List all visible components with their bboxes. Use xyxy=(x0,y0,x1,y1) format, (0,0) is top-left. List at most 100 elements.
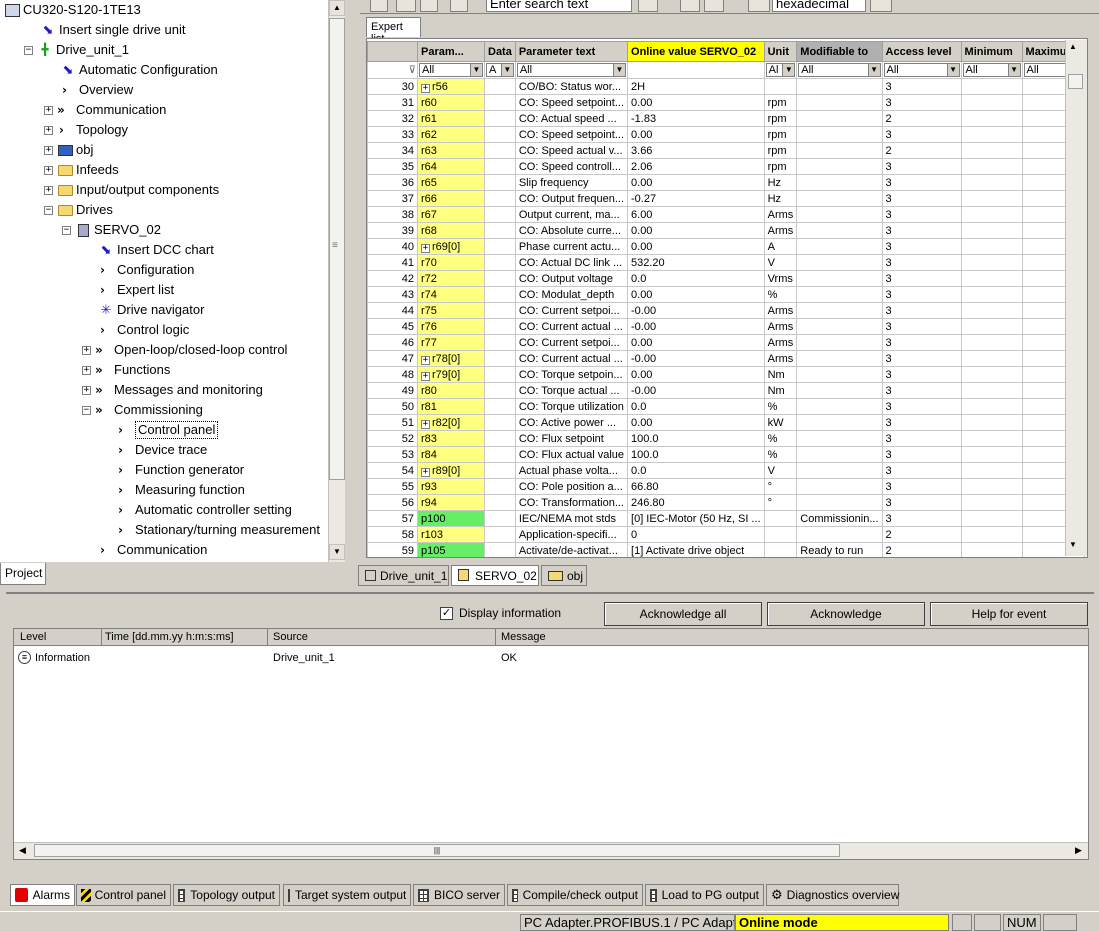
acknowledge-button[interactable]: Acknowledge xyxy=(767,602,925,626)
expand-icon[interactable]: + xyxy=(82,365,91,375)
tree-node[interactable]: − SERVO_02 xyxy=(62,220,161,240)
expand-icon[interactable]: + xyxy=(421,355,430,365)
tree-node[interactable]: › Function generator xyxy=(116,460,244,480)
search-button[interactable] xyxy=(638,0,658,12)
table-row[interactable]: 52 r83 CO: Flux setpoint 100.0% 3 xyxy=(367,430,1085,447)
project-tree[interactable]: CU320-S120-1TE13 ⬊ Insert single drive uni… xyxy=(0,0,345,562)
expand-icon[interactable]: + xyxy=(44,165,53,175)
grid-cell[interactable]: -0.00 xyxy=(627,302,765,319)
filter-dropdown[interactable]: All ▼ xyxy=(798,63,881,77)
expand-icon[interactable]: + xyxy=(44,145,53,155)
col-source[interactable]: Source xyxy=(268,629,496,646)
collapse-icon[interactable]: − xyxy=(82,405,91,415)
table-row[interactable]: 39 r68 CO: Absolute curre... 0.00 Arms 3 xyxy=(367,222,1085,239)
tree-node[interactable]: › Communication xyxy=(98,540,207,560)
chevron-down-icon[interactable]: ▼ xyxy=(946,64,959,76)
tree-node[interactable]: ⬊ Insert single drive unit xyxy=(40,20,186,40)
toolbar-icon-4[interactable] xyxy=(450,0,468,12)
tree-node[interactable]: + Infeeds xyxy=(44,160,119,180)
table-row[interactable]: 56 r94 CO: Transformation... 246.80 ° 3 xyxy=(367,494,1085,511)
table-row[interactable]: 32 r61 CO: Actual speed ... -1.83 rpm 2 xyxy=(367,110,1085,127)
chevron-down-icon[interactable]: ▼ xyxy=(613,64,626,76)
grid-cell[interactable]: 0.00 xyxy=(627,366,765,383)
tree-node[interactable]: › Automatic controller setting xyxy=(116,500,292,520)
expand-icon[interactable]: + xyxy=(82,345,91,355)
table-row[interactable]: 31 r60 CO: Speed setpoint... 0.00 rpm 3 xyxy=(367,94,1085,111)
grid-cell[interactable]: 0.00 xyxy=(627,222,765,239)
tab-compile-check-output[interactable]: Compile/check output xyxy=(507,884,643,906)
tree-node[interactable]: ⬊ Automatic Configuration xyxy=(60,60,218,80)
toolbar-icon-6[interactable] xyxy=(704,0,724,12)
tab-servo-02[interactable]: SERVO_02 xyxy=(451,565,539,586)
collapse-icon[interactable]: − xyxy=(44,205,53,215)
grid-filter-cell[interactable]: All ▼ xyxy=(417,61,485,79)
scroll-down-arrow-icon[interactable]: ▼ xyxy=(329,544,345,560)
table-row[interactable]: 41 r70 CO: Actual DC link ... 532.20 V 3 xyxy=(367,254,1085,271)
table-row[interactable]: 53 r84 CO: Flux actual value 100.0% 3 xyxy=(367,446,1085,463)
grid-filter-cell[interactable]: All ▼ xyxy=(881,61,962,79)
grid-cell[interactable]: 3.66 xyxy=(627,142,765,159)
acknowledge-all-button[interactable]: Acknowledge all xyxy=(604,602,762,626)
tree-node[interactable]: + Input/output components xyxy=(44,180,219,200)
tab-expert-list[interactable]: Expert list xyxy=(366,17,421,45)
grid-cell[interactable]: 0.0 xyxy=(627,270,765,287)
table-row[interactable]: 48 + r79[0] CO: Torque setpoin... 0.00 Nm 3 xyxy=(367,366,1085,383)
toolbar-icon-1[interactable] xyxy=(370,0,388,12)
grid-scroll-thumb[interactable] xyxy=(1068,74,1083,89)
tab-alarms[interactable]: Alarms xyxy=(10,884,75,906)
col-time[interactable]: Time [dd.mm.yy h:m:s:ms] xyxy=(102,629,268,646)
chevron-down-icon[interactable]: ▼ xyxy=(1007,64,1020,76)
table-row[interactable]: 34 r63 CO: Speed actual v... 3.66 rpm 2 xyxy=(367,142,1085,159)
grid-col-header[interactable]: Access level xyxy=(881,41,962,62)
collapse-icon[interactable]: − xyxy=(62,225,71,235)
grid-col-header[interactable]: Data xyxy=(484,41,516,62)
tree-node[interactable]: › Expert list xyxy=(98,280,174,300)
tree-node[interactable]: › Control logic xyxy=(98,320,189,340)
table-row[interactable]: 42 r72 CO: Output voltage 0.0 Vrms 3 xyxy=(367,270,1085,287)
scroll-left-arrow-icon[interactable]: ◀ xyxy=(19,845,26,856)
tree-node[interactable]: › Measuring function xyxy=(116,480,245,500)
table-row[interactable]: 38 r67 Output current, ma... 6.00 Arms 3 xyxy=(367,206,1085,223)
table-row[interactable]: 30 + r56 CO/BO: Status wor... 2H 3 xyxy=(367,78,1085,95)
tree-node[interactable]: + » Functions xyxy=(82,360,170,380)
chevron-down-icon[interactable]: ▼ xyxy=(867,64,880,76)
display-information-checkbox[interactable]: ✓ Display information xyxy=(440,606,561,620)
toolbar-icon-7[interactable] xyxy=(748,0,770,12)
chevron-down-icon[interactable]: ▼ xyxy=(500,64,513,76)
tree-node[interactable]: › Device trace xyxy=(116,440,207,460)
filter-dropdown[interactable]: All ▼ xyxy=(419,63,483,77)
scroll-right-arrow-icon[interactable]: ▶ xyxy=(1075,845,1082,856)
grid-cell[interactable]: 0.00 xyxy=(627,286,765,303)
grid-cell[interactable]: 0.00 xyxy=(627,414,765,431)
chevron-down-icon[interactable]: ▼ xyxy=(782,64,795,76)
table-row[interactable]: 55 r93 CO: Pole position a... 66.80 ° 3 xyxy=(367,478,1085,495)
grid-cell[interactable]: [0] IEC-Motor (50 Hz, SI ... xyxy=(627,510,765,527)
tree-node[interactable]: + » Open-loop/closed-loop control xyxy=(82,340,287,360)
expand-icon[interactable]: + xyxy=(82,385,91,395)
tab-topology-output[interactable]: Topology output xyxy=(173,884,280,906)
grid-cell[interactable]: 0.0 xyxy=(627,462,765,479)
grid-cell[interactable]: 0.00 xyxy=(627,126,765,143)
expand-icon[interactable]: + xyxy=(44,125,53,135)
table-row[interactable]: 44 r75 CO: Current setpoi... -0.00 Arms 3 xyxy=(367,302,1085,319)
grid-cell[interactable]: 0.00 xyxy=(627,174,765,191)
table-row[interactable]: 33 r62 CO: Speed setpoint... 0.00 rpm 3 xyxy=(367,126,1085,143)
tab-bico-server[interactable]: BICO server xyxy=(413,884,505,906)
tab-drive-unit-1[interactable]: Drive_unit_1 xyxy=(358,565,449,586)
col-message[interactable]: Message xyxy=(496,629,1088,646)
table-row[interactable]: 37 r66 CO: Output frequen... -0.27 Hz 3 xyxy=(367,190,1085,207)
toolbar-icon-8[interactable] xyxy=(870,0,892,12)
help-for-event-button[interactable]: Help for event xyxy=(930,602,1088,626)
filter-dropdown[interactable]: A ▼ xyxy=(486,63,514,77)
tree-node[interactable]: › Control panel xyxy=(116,420,219,440)
grid-cell[interactable]: 100.0 xyxy=(627,430,765,447)
scroll-down-arrow-icon[interactable]: ▼ xyxy=(1069,540,1077,549)
toolbar-icon-3[interactable] xyxy=(420,0,438,12)
grid-cell[interactable]: 2.06 xyxy=(627,158,765,175)
grid-cell[interactable]: -0.00 xyxy=(627,382,765,399)
table-row[interactable]: 57 p100 IEC/NEMA mot stds [0] IEC-Motor (50… xyxy=(367,510,1085,527)
grid-cell[interactable]: 0.00 xyxy=(627,334,765,351)
tree-node[interactable]: › Overview xyxy=(60,80,133,100)
grid-cell[interactable]: 66.80 xyxy=(627,478,765,495)
table-row[interactable]: 51 + r82[0] CO: Active power ... 0.00 kW 3 xyxy=(367,414,1085,431)
